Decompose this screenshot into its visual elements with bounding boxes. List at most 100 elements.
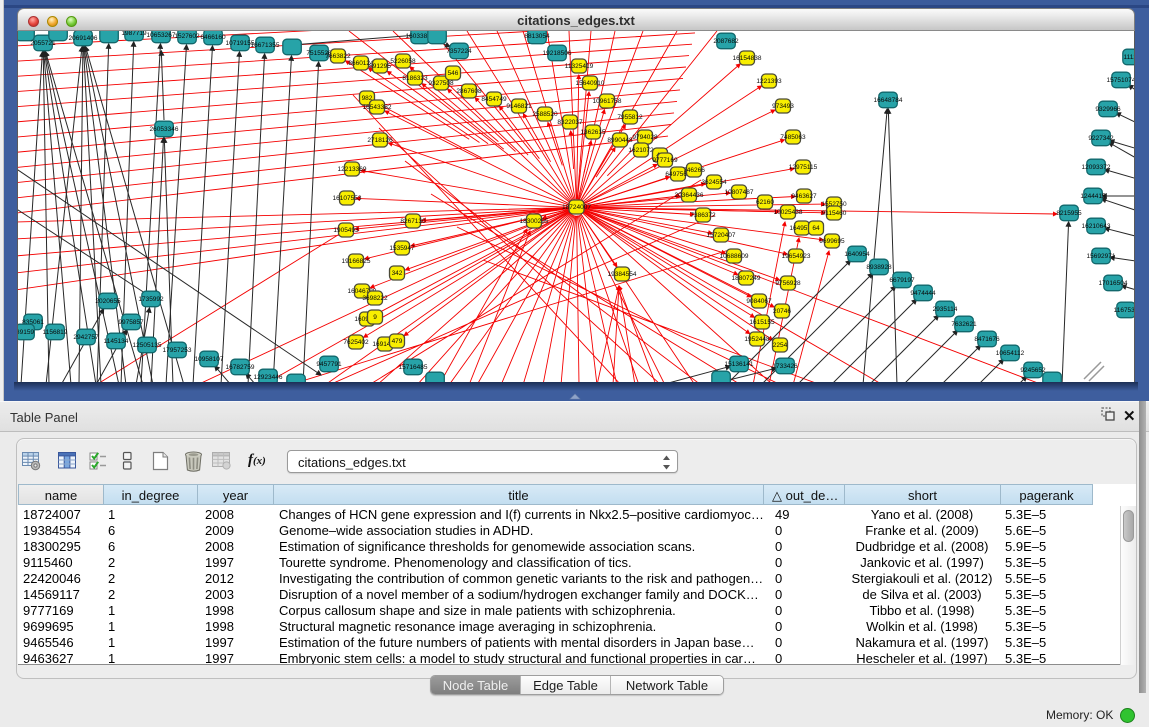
svg-text:11123: 11123: [1123, 54, 1135, 61]
svg-text:1987719: 1987719: [121, 31, 147, 37]
svg-text:9463627: 9463627: [791, 193, 817, 200]
svg-text:12923446: 12923446: [254, 374, 283, 381]
svg-text:1621072: 1621072: [628, 147, 654, 154]
svg-text:19166825: 19166825: [342, 258, 371, 265]
svg-text:9245652: 9245652: [1020, 367, 1046, 374]
svg-text:1535947: 1535947: [389, 245, 415, 252]
svg-text:64: 64: [812, 225, 820, 232]
svg-text:1615155: 1615155: [749, 319, 775, 326]
svg-text:342: 342: [392, 270, 403, 277]
svg-text:8267130: 8267130: [400, 218, 426, 225]
svg-text:6466160: 6466160: [200, 34, 226, 41]
svg-text:7485063: 7485063: [780, 134, 806, 141]
svg-text:18724007: 18724007: [562, 204, 591, 211]
svg-text:9084067: 9084067: [746, 298, 772, 305]
svg-text:16210643: 16210643: [1082, 223, 1111, 230]
svg-text:10958107: 10958107: [195, 356, 224, 363]
svg-text:8186323: 8186323: [402, 75, 428, 82]
svg-text:1733426: 1733426: [772, 363, 798, 370]
svg-text:10025438: 10025438: [774, 209, 803, 216]
svg-text:15640910: 15640910: [576, 80, 605, 87]
svg-text:17016504: 17016504: [1099, 280, 1128, 287]
svg-text:15720407: 15720407: [707, 232, 736, 239]
svg-text:7632621: 7632621: [951, 321, 977, 328]
svg-text:7663822: 7663822: [325, 53, 351, 60]
svg-text:16648784: 16648784: [874, 97, 903, 104]
svg-text:9777169: 9777169: [652, 157, 678, 164]
svg-text:8938928: 8938928: [866, 264, 892, 271]
svg-text:7955812: 7955812: [617, 114, 643, 121]
svg-text:20691406: 20691406: [69, 35, 98, 42]
svg-text:8322037: 8322037: [557, 119, 583, 126]
svg-text:17957253: 17957253: [163, 347, 192, 354]
svg-text:15751074: 15751074: [1107, 77, 1135, 84]
svg-text:1905493: 1905493: [333, 227, 359, 234]
svg-text:62160: 62160: [756, 199, 774, 206]
svg-text:10961758: 10961758: [593, 98, 622, 105]
svg-text:5226058: 5226058: [390, 58, 416, 65]
svg-text:12093372: 12093372: [1082, 164, 1111, 171]
svg-text:3624554: 3624554: [701, 179, 727, 186]
svg-text:16107553: 16107553: [333, 195, 362, 202]
svg-text:2867608: 2867608: [456, 88, 482, 95]
svg-text:746266: 746266: [683, 167, 705, 174]
svg-text:12975115: 12975115: [789, 164, 818, 171]
svg-text:9457791: 9457791: [316, 361, 342, 368]
svg-text:16782759: 16782759: [226, 364, 255, 371]
svg-text:973493: 973493: [772, 103, 794, 110]
svg-text:546: 546: [448, 70, 459, 77]
svg-text:8990448: 8990448: [607, 137, 633, 144]
svg-text:12505135: 12505135: [133, 342, 162, 349]
svg-text:10807487: 10807487: [725, 189, 754, 196]
svg-text:15136141: 15136141: [725, 361, 754, 368]
svg-text:15716485: 15716485: [399, 364, 428, 371]
svg-text:20746: 20746: [773, 308, 791, 315]
svg-text:19654923: 19654923: [782, 253, 811, 260]
svg-text:9756928: 9756928: [775, 280, 801, 287]
svg-text:18807249: 18807249: [732, 275, 761, 282]
svg-text:1156819: 1156819: [43, 329, 68, 336]
svg-text:1735992: 1735992: [138, 296, 164, 303]
svg-text:479: 479: [392, 338, 403, 345]
svg-text:8215955: 8215955: [1056, 210, 1082, 217]
svg-text:7357224: 7357224: [446, 48, 472, 55]
svg-text:1167533: 1167533: [1114, 307, 1135, 314]
svg-text:10653267: 10653267: [147, 32, 176, 39]
svg-text:2020655: 2020655: [95, 298, 121, 305]
svg-text:39159: 39159: [18, 329, 34, 336]
svg-text:9: 9: [373, 314, 377, 321]
svg-text:1527602: 1527602: [174, 33, 200, 40]
svg-text:2935114: 2935114: [933, 306, 958, 313]
svg-text:9975857: 9975857: [118, 319, 144, 326]
svg-text:10654112: 10654112: [996, 350, 1025, 357]
svg-text:8813054: 8813054: [524, 33, 550, 40]
svg-text:18300295: 18300295: [520, 218, 549, 225]
svg-text:6679197: 6679197: [889, 277, 915, 284]
svg-text:7625402: 7625402: [343, 339, 369, 346]
svg-text:16154838: 16154838: [733, 55, 762, 62]
svg-text:2718126: 2718126: [367, 137, 393, 144]
svg-text:11325419: 11325419: [565, 63, 594, 70]
svg-text:9115460: 9115460: [822, 210, 847, 217]
svg-text:2588520: 2588520: [532, 111, 558, 118]
svg-text:1145134: 1145134: [104, 338, 129, 345]
svg-text:9794028: 9794028: [632, 134, 658, 141]
svg-text:1952448: 1952448: [744, 336, 770, 343]
svg-text:8471676: 8471676: [974, 336, 1000, 343]
svg-text:1362615: 1362615: [580, 129, 606, 136]
svg-text:7386372: 7386372: [690, 212, 716, 219]
svg-text:2087682: 2087682: [713, 38, 739, 45]
svg-text:2942757: 2942757: [73, 334, 99, 341]
svg-text:8454749: 8454749: [481, 96, 507, 103]
svg-text:16671355: 16671355: [251, 42, 280, 49]
svg-text:2254: 2254: [773, 342, 788, 349]
svg-text:9327508: 9327508: [428, 80, 454, 87]
svg-text:1244415: 1244415: [1080, 193, 1106, 200]
svg-text:1640954: 1640954: [844, 251, 870, 258]
svg-text:10688609: 10688609: [720, 253, 749, 260]
svg-text:16543382: 16543382: [363, 104, 392, 111]
svg-text:1221393: 1221393: [756, 78, 782, 85]
svg-text:19218506: 19218506: [543, 50, 572, 57]
svg-text:26053346: 26053346: [150, 126, 179, 133]
svg-text:9146821: 9146821: [506, 103, 532, 110]
